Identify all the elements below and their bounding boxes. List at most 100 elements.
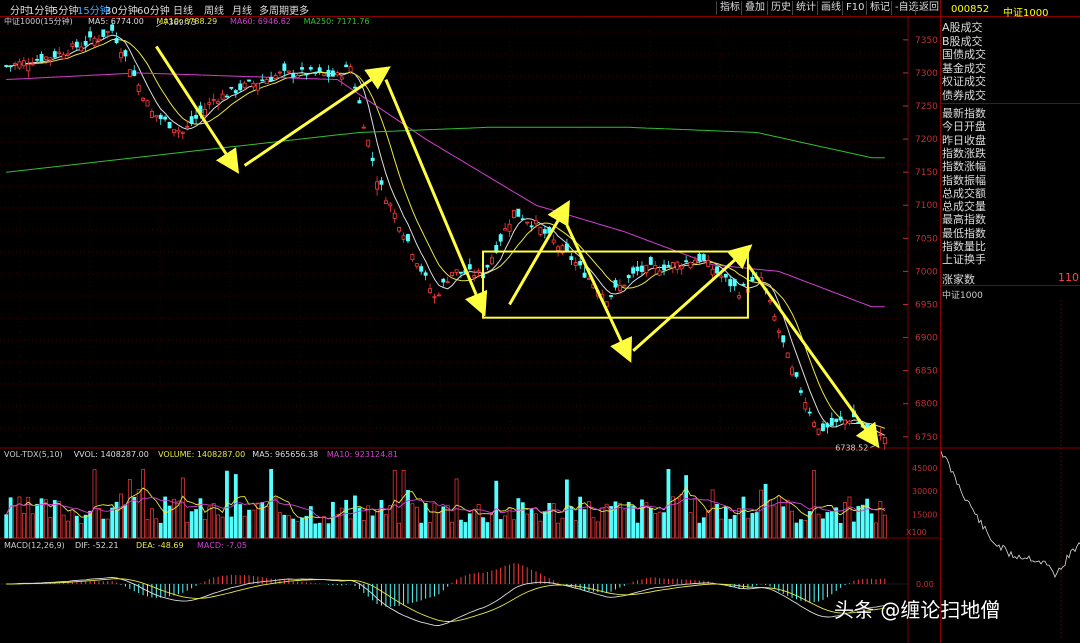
toolbar-button-8[interactable]: 返回 [915,1,942,15]
volume-bar [242,515,247,539]
volume-bar [410,503,415,539]
ma-label-2: MA60: 6946.62 [230,17,291,26]
volume-bar [132,496,137,539]
period-tab-0[interactable]: 分时 [10,2,30,17]
candle [798,390,803,393]
volume-bar [30,513,35,539]
volume-bar [145,519,150,539]
candle [330,70,335,77]
volume-bar [763,483,768,539]
volume-bar [264,506,269,539]
volume-bar [48,517,53,539]
volume-bar [269,469,274,539]
volume-bar [754,512,759,539]
candle [74,41,79,48]
candle [648,257,653,265]
volume-bar [728,518,733,539]
candle [706,259,711,267]
volume-bars: 15000 30000 45000 X100 [4,464,937,539]
volume-bar [547,502,552,539]
period-tab-10[interactable]: 更多 [289,2,309,17]
volume-bar [816,513,821,539]
period-tab-5[interactable]: 60分钟 [137,2,170,17]
candle [392,212,397,219]
volume-bar [538,520,543,539]
volume-bar [573,520,578,539]
candle [516,208,521,217]
candle [4,65,9,67]
toolbar-button-1[interactable]: 叠加 [741,1,768,15]
macd-label-0: MACD(12,26,9) [4,541,65,550]
candle [361,126,366,129]
period-tab-1[interactable]: 1分钟 [28,2,54,17]
vol-unit-label: X100 [906,528,927,537]
y-tick-label: 6950 [915,300,938,310]
volume-bar [569,506,574,539]
candle [715,266,719,274]
toolbar-button-5[interactable]: F10 [842,1,867,15]
volume-bar [313,523,318,539]
volume-bar [803,519,808,539]
toolbar-button-0[interactable]: 指标 [716,1,743,15]
vol-label-4: MA10: 923124.81 [327,450,398,459]
candle [626,275,631,279]
candle [503,228,508,231]
candle [70,43,75,47]
candle [286,70,291,73]
dif-line [6,576,885,626]
candle [688,261,693,269]
candle [251,82,256,88]
volume-bar [397,522,402,539]
candle [35,58,40,61]
toolbar-button-4[interactable]: 画线 [817,1,844,15]
side-menu-top-5[interactable]: 债券成交 [942,87,986,103]
volume-bar [247,509,251,539]
candle [66,53,70,56]
period-tab-9[interactable]: 多周期 [259,2,289,17]
volume-bar [785,499,790,539]
candle [432,296,437,299]
side-panel: 000852 中证1000 A股成交 B股成交 国债成交 基金成交 权证成交 债券成交 最新… [940,0,1080,643]
volume-bar [869,513,874,539]
candle [26,63,31,72]
volume-bar [772,505,777,539]
period-tab-2[interactable]: 5分钟 [52,2,78,17]
candle [260,79,265,82]
top-toolbar: 分时 1分钟 5分钟 15分钟 30分钟 60分钟 日线 周线 月线 多周期 更多 指标 叠加 历史 统计… [0,0,1080,17]
toolbar-button-2[interactable]: 历史 [767,1,794,15]
side-menu-field-11[interactable]: 上证换手 [942,251,986,267]
volume-bar [13,505,17,539]
volume-bar [189,511,194,539]
period-tab-6[interactable]: 日线 [173,2,193,17]
volume-bar [865,498,870,539]
volume-bar [154,518,159,539]
candle [308,67,313,70]
candle [52,51,57,58]
volume-bar [83,514,88,539]
volume-bar [66,520,70,539]
candle [613,280,618,288]
period-tab-4[interactable]: 30分钟 [105,2,138,17]
volume-bar [794,522,799,539]
stock-name: 中证1000 [1003,8,1049,19]
volume-bar [216,514,221,539]
candle [847,420,852,424]
toolbar-button-3[interactable]: 统计 [792,1,819,15]
ma-label-0: MA5: 6774.00 [88,17,144,26]
candle [375,181,380,190]
period-tab-7[interactable]: 周线 [204,2,224,17]
volume-bar [600,507,605,539]
volume-bar [467,513,472,539]
volume-bar [843,502,847,539]
candle [202,108,207,116]
volume-bar [485,522,490,539]
period-tab-8[interactable]: 月线 [232,2,252,17]
toolbar-button-6[interactable]: 标记 [866,1,893,15]
candle [812,422,817,427]
candle [211,98,216,101]
volume-bar [595,521,600,539]
volume-bar [278,512,282,539]
volume-bar [326,523,331,539]
volume-bar [675,498,680,539]
candle [511,210,516,218]
